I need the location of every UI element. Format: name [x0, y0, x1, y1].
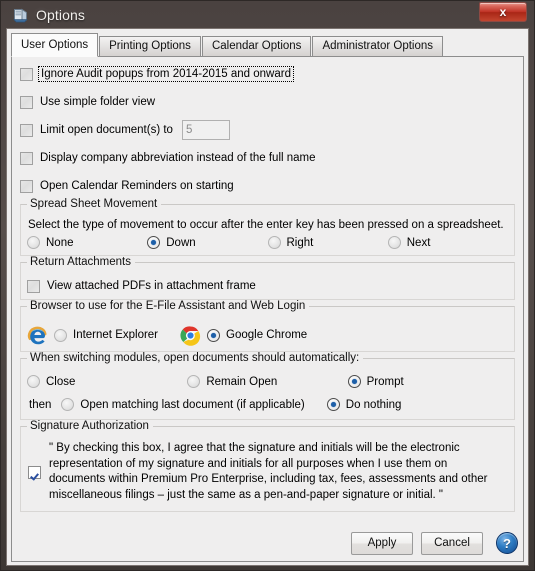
switching-prompt-label: Prompt	[366, 375, 404, 388]
close-button[interactable]: x	[479, 2, 527, 22]
radio-item-next[interactable]: Next	[387, 236, 508, 249]
internet-explorer-radio[interactable]	[54, 328, 67, 342]
switching-modules-group: When switching modules, open documents s…	[20, 352, 515, 420]
question-mark-icon: ?	[503, 535, 511, 551]
radio-item-prompt[interactable]: Prompt	[347, 375, 508, 388]
view-attached-pdfs-label: View attached PDFs in attachment frame	[47, 280, 256, 292]
dialog-footer: Apply Cancel ?	[7, 526, 528, 560]
use-simple-folder-view-checkbox[interactable]	[20, 95, 33, 109]
spreadsheet-right-radio[interactable]	[267, 236, 281, 249]
spreadsheet-next-radio[interactable]	[387, 236, 401, 249]
ignore-audit-popups-checkbox[interactable]	[20, 67, 33, 81]
switching-close-radio[interactable]	[27, 375, 40, 388]
limit-open-documents-checkbox[interactable]	[20, 123, 33, 137]
spread-sheet-movement-radios: None Down Right Next	[27, 236, 508, 249]
open-calendar-reminders-label: Open Calendar Reminders on starting	[40, 180, 234, 192]
radio-item-google-chrome[interactable]: Google Chrome	[207, 328, 308, 342]
switching-modules-radios: Close Remain Open Prompt	[27, 375, 508, 388]
internet-explorer-label: Internet Explorer	[73, 329, 159, 341]
radio-item-do-nothing[interactable]: Do nothing	[326, 398, 402, 411]
ignore-audit-popups-label: Ignore Audit popups from 2014-2015 and o…	[38, 66, 294, 82]
browser-group-title: Browser to use for the E-File Assistant …	[27, 300, 310, 312]
radio-item-close[interactable]: Close	[27, 375, 187, 388]
signature-authorization-checkbox[interactable]	[28, 465, 41, 479]
limit-open-documents-label: Limit open document(s) to	[40, 124, 173, 136]
tab-administrator-options[interactable]: Administrator Options	[312, 36, 444, 56]
switching-close-label: Close	[46, 375, 76, 388]
browser-group: Browser to use for the E-File Assistant …	[20, 300, 515, 352]
browser-radios: Internet Explorer Google Chrome	[27, 323, 508, 347]
google-chrome-radio[interactable]	[207, 328, 221, 342]
radio-item-open-matching-last-document[interactable]: Open matching last document (if applicab…	[61, 398, 305, 411]
checkbox-row-ignore-audit-popups[interactable]: Ignore Audit popups from 2014-2015 and o…	[20, 64, 515, 84]
switching-remain-open-radio[interactable]	[187, 375, 201, 388]
switching-modules-title: When switching modules, open documents s…	[27, 352, 364, 364]
google-chrome-icon	[180, 325, 201, 346]
options-dialog-window: Options x User Options Printing Options …	[0, 0, 535, 571]
switching-prompt-radio[interactable]	[347, 375, 361, 388]
display-company-abbreviation-label: Display company abbreviation instead of …	[40, 152, 316, 164]
then-label: then	[29, 398, 52, 411]
radio-item-right[interactable]: Right	[267, 236, 388, 249]
spreadsheet-down-label: Down	[166, 236, 196, 249]
use-simple-folder-view-label: Use simple folder view	[40, 96, 156, 108]
then-radios: then Open matching last document (if app…	[27, 398, 508, 411]
spread-sheet-movement-group: Spread Sheet Movement Select the type of…	[20, 198, 515, 256]
signature-consent-row[interactable]: " By checking this box, I agree that the…	[25, 441, 506, 503]
user-options-panel: Ignore Audit popups from 2014-2015 and o…	[11, 57, 524, 562]
radio-item-internet-explorer[interactable]: Internet Explorer	[54, 328, 159, 342]
radio-item-down[interactable]: Down	[147, 236, 267, 249]
open-calendar-reminders-checkbox[interactable]	[20, 179, 33, 193]
spread-sheet-movement-title: Spread Sheet Movement	[27, 198, 162, 210]
checkbox-row-company-abbreviation[interactable]: Display company abbreviation instead of …	[20, 148, 515, 168]
signature-authorization-title: Signature Authorization	[27, 420, 153, 432]
google-chrome-label: Google Chrome	[226, 329, 308, 341]
do-nothing-radio[interactable]	[326, 398, 340, 411]
window-title: Options	[36, 6, 85, 23]
display-company-abbreviation-checkbox[interactable]	[20, 151, 33, 165]
apply-button[interactable]: Apply	[351, 531, 413, 555]
limit-open-documents-input[interactable]	[181, 120, 230, 140]
help-button[interactable]: ?	[496, 532, 518, 554]
cancel-button[interactable]: Cancel	[421, 531, 483, 555]
signature-authorization-text: " By checking this box, I agree that the…	[49, 442, 488, 501]
radio-item-remain-open[interactable]: Remain Open	[187, 375, 347, 388]
checkbox-row-calendar-reminders[interactable]: Open Calendar Reminders on starting	[20, 176, 515, 196]
spreadsheet-right-label: Right	[286, 236, 314, 249]
spreadsheet-none-radio[interactable]	[27, 236, 40, 249]
tab-printing-options[interactable]: Printing Options	[99, 36, 201, 56]
spreadsheet-down-radio[interactable]	[147, 236, 161, 249]
return-attachments-group: Return Attachments View attached PDFs in…	[20, 256, 515, 300]
tab-calendar-options[interactable]: Calendar Options	[201, 36, 312, 56]
switching-remain-open-label: Remain Open	[206, 375, 278, 388]
spreadsheet-next-label: Next	[406, 236, 431, 249]
title-bar: Options x	[6, 1, 529, 28]
checkbox-row-simple-folder-view[interactable]: Use simple folder view	[20, 92, 515, 112]
do-nothing-label: Do nothing	[345, 398, 402, 411]
open-matching-last-document-radio[interactable]	[61, 398, 75, 411]
signature-authorization-group: Signature Authorization " By checking th…	[20, 420, 515, 512]
dialog-client-area: User Options Printing Options Calendar O…	[6, 28, 529, 566]
return-attachments-title: Return Attachments	[27, 256, 135, 268]
view-attached-pdfs-checkbox[interactable]	[27, 279, 40, 293]
tab-strip: User Options Printing Options Calendar O…	[11, 33, 524, 57]
checkbox-row-view-attached-pdfs[interactable]: View attached PDFs in attachment frame	[27, 277, 508, 295]
options-document-icon	[12, 6, 29, 23]
radio-item-none[interactable]: None	[27, 236, 147, 249]
internet-explorer-icon	[27, 325, 48, 346]
spread-sheet-movement-description: Select the type of movement to occur aft…	[28, 219, 504, 231]
close-icon: x	[499, 5, 507, 19]
tab-user-options[interactable]: User Options	[11, 33, 99, 57]
spreadsheet-none-label: None	[46, 236, 74, 249]
open-matching-last-document-label: Open matching last document (if applicab…	[80, 398, 305, 411]
checkbox-row-limit-open-documents[interactable]: Limit open document(s) to	[20, 120, 515, 140]
